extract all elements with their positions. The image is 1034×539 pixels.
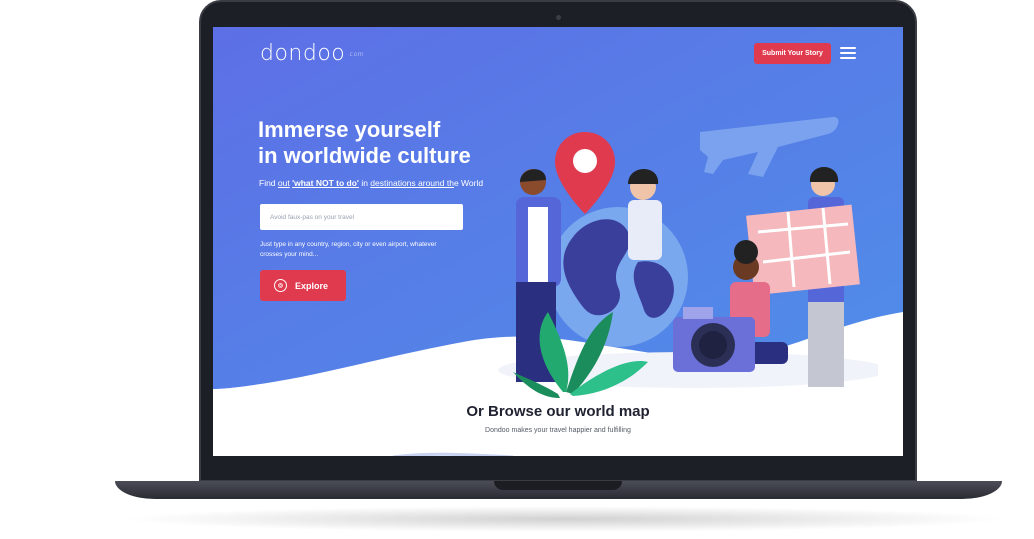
explore-label: Explore	[295, 280, 329, 291]
subtitle-link-destinations[interactable]: destinations around th	[370, 178, 454, 188]
hero-title-line1: Immerse yourself	[258, 117, 441, 142]
laptop-shadow	[120, 506, 1010, 532]
submit-story-button[interactable]: Submit Your Story	[754, 43, 831, 64]
paper-map	[746, 204, 860, 296]
subtitle-link-out[interactable]: out	[278, 178, 290, 188]
browse-subtitle: Dondoo makes your travel happier and ful…	[485, 427, 631, 434]
laptop-notch	[494, 481, 622, 490]
logo-text: dondoo	[260, 41, 346, 66]
website-screen: dondoo .com Submit Your Story Immerse you…	[213, 27, 903, 456]
explore-button[interactable]: ◎ Explore	[260, 270, 346, 301]
subtitle-link-what-not-to-do[interactable]: 'what NOT to do'	[292, 178, 359, 188]
search-hint: Just type in any country, region, city o…	[260, 241, 437, 258]
browse-title: Or Browse our world map	[466, 403, 650, 420]
camera-icon	[556, 15, 561, 20]
travel-illustration	[498, 116, 878, 398]
hero-title-line2: in worldwide culture	[258, 143, 471, 168]
airplane-icon	[700, 116, 839, 177]
hero-subtitle: Find out 'what NOT to do' in destination…	[259, 178, 483, 188]
logo-suffix: .com	[347, 50, 364, 58]
dondoo-logo[interactable]: dondoo .com	[260, 41, 364, 66]
subtitle-part-find: Find	[259, 178, 278, 188]
hamburger-menu-icon[interactable]	[840, 47, 856, 59]
hero-title: Immerse yourself in worldwide culture	[258, 117, 471, 169]
compass-icon: ◎	[274, 279, 287, 292]
search-input[interactable]: Avoid faux-pas on your travel	[260, 204, 463, 230]
subtitle-part-in: in	[358, 178, 371, 188]
